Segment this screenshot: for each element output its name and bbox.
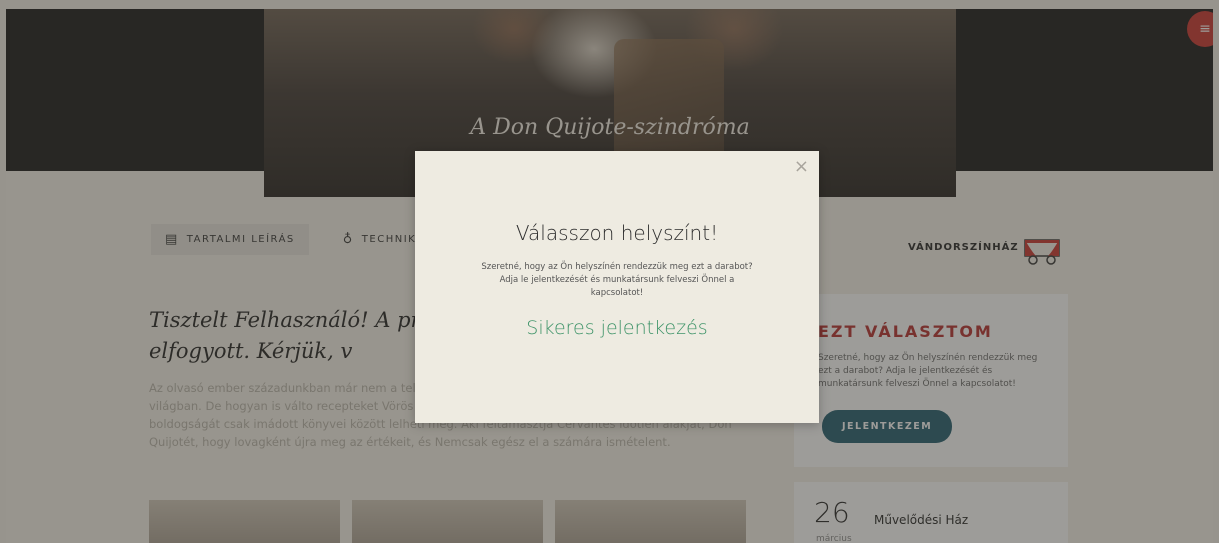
close-icon[interactable]: × xyxy=(794,156,809,177)
modal-title: Válasszon helyszínt! xyxy=(515,221,719,245)
success-message: Sikeres jelentkezés xyxy=(526,317,708,339)
modal-text: Szeretné, hogy az Ön helyszínén rendezzü… xyxy=(481,262,753,298)
location-modal: × Válasszon helyszínt! Szeretné, hogy az… xyxy=(415,151,819,423)
